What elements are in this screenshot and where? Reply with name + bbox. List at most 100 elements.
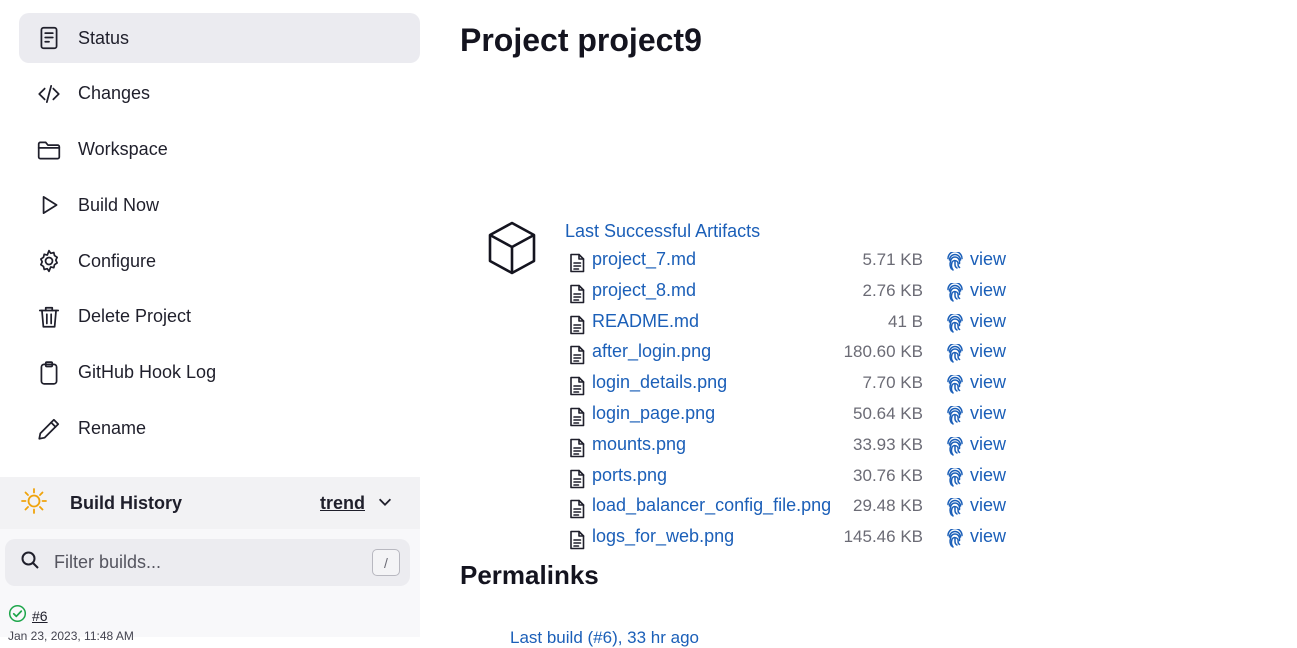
file-size: 180.60 KB [843,342,923,362]
file-name-link[interactable]: project_8.md [592,280,696,301]
view-link[interactable]: view [970,495,1006,516]
file-name-link[interactable]: mounts.png [592,434,686,455]
sidebar-item-build-now[interactable]: Build Now [19,180,420,230]
view-link[interactable]: view [970,526,1006,547]
fingerprint-icon[interactable] [946,466,964,488]
view-link[interactable]: view [970,341,1006,362]
main-panel: Project project9 Last Successful Artifac… [460,0,1297,647]
sidebar-item-label: Workspace [78,139,168,160]
folder-icon [35,136,63,164]
sidebar-item-workspace[interactable]: Workspace [19,125,420,175]
search-icon [20,550,40,575]
sidebar: Status Changes Workspace Build Now Confi… [0,0,420,643]
file-row: login_details.png 7.70 KB view [568,368,1018,399]
file-row: project_8.md 2.76 KB view [568,276,1018,307]
shortcut-key-hint: / [372,549,400,576]
sidebar-item-label: GitHub Hook Log [78,362,217,383]
build-number-link[interactable]: #6 [32,608,48,624]
file-icon [568,530,586,550]
fingerprint-icon[interactable] [946,404,964,426]
permalink-last-build[interactable]: Last build (#6), 33 hr ago [510,628,699,648]
trash-icon [35,303,63,331]
view-link[interactable]: view [970,311,1006,332]
success-check-icon [8,604,27,628]
document-icon [35,24,63,52]
task-list: Status Changes Workspace Build Now Confi… [19,13,420,459]
sidebar-item-changes[interactable]: Changes [19,69,420,119]
artifact-file-list: project_7.md 5.71 KB view project_8.md 2… [568,245,1018,553]
build-history-body: / #6 Jan 23, 2023, 11:48 AM [0,529,420,643]
build-history-title: Build History [70,492,183,513]
file-icon [568,376,586,396]
page-title: Project project9 [460,22,702,58]
sun-icon [20,487,48,520]
fingerprint-icon[interactable] [946,435,964,457]
fingerprint-icon[interactable] [946,527,964,549]
fingerprint-icon[interactable] [946,343,964,364]
permalinks-heading: Permalinks [460,560,599,590]
view-link[interactable]: view [970,434,1006,455]
file-name-link[interactable]: logs_for_web.png [592,526,734,547]
sidebar-item-label: Configure [78,250,157,271]
file-row: after_login.png 180.60 KB view [568,337,1018,368]
file-name-link[interactable]: login_page.png [592,403,715,424]
file-name-link[interactable]: after_login.png [592,341,711,362]
gear-icon [35,247,63,275]
view-link[interactable]: view [970,372,1006,393]
last-successful-artifacts-link[interactable]: Last Successful Artifacts [565,221,760,242]
chevron-down-icon[interactable] [376,493,396,513]
file-size: 30.76 KB [853,465,923,485]
view-link[interactable]: view [970,465,1006,486]
file-icon [568,469,586,489]
package-box-icon [485,220,539,276]
file-name-link[interactable]: login_details.png [592,372,727,393]
view-link[interactable]: view [970,249,1006,270]
sidebar-item-label: Rename [78,418,147,439]
fingerprint-icon[interactable] [946,250,964,272]
file-row: README.md 41 B view [568,307,1018,338]
code-icon [35,80,63,108]
fingerprint-icon[interactable] [946,373,964,395]
file-row: project_7.md 5.71 KB view [568,245,1018,276]
file-icon [568,284,586,304]
view-link[interactable]: view [970,403,1006,424]
file-name-link[interactable]: project_7.md [592,249,696,270]
sidebar-item-github-hook-log[interactable]: GitHub Hook Log [19,348,420,398]
file-size: 7.70 KB [862,373,924,393]
trend-link[interactable]: trend [320,493,365,514]
sidebar-item-configure[interactable]: Configure [19,236,420,286]
sidebar-item-label: Status [78,27,130,48]
sidebar-item-label: Changes [78,83,151,104]
build-date: Jan 23, 2023, 11:48 AM [8,629,134,643]
sidebar-item-label: Delete Project [78,306,192,327]
fingerprint-icon[interactable] [946,281,964,303]
file-size: 2.76 KB [862,280,924,300]
fingerprint-icon[interactable] [946,312,964,334]
clipboard-icon [35,359,63,387]
file-icon [568,253,586,273]
file-row: ports.png 30.76 KB view [568,461,1018,492]
file-row: mounts.png 33.93 KB view [568,430,1018,461]
file-size: 145.46 KB [843,527,923,547]
filter-builds-box: / [5,539,410,586]
build-row: #6 [8,604,48,628]
sidebar-item-rename[interactable]: Rename [19,404,420,454]
filter-builds-input[interactable] [52,551,352,574]
file-size: 33.93 KB [853,434,923,454]
file-size: 29.48 KB [853,496,923,516]
sidebar-item-label: Build Now [78,194,160,215]
play-icon [35,191,63,219]
file-icon [568,345,586,365]
file-icon [568,315,586,335]
file-name-link[interactable]: ports.png [592,465,667,486]
build-history-header: Build History trend [0,477,420,529]
view-link[interactable]: view [970,280,1006,301]
sidebar-item-status[interactable]: Status [19,13,420,63]
sidebar-item-delete-project[interactable]: Delete Project [19,292,420,342]
file-icon [568,407,586,427]
fingerprint-icon[interactable] [946,497,964,518]
file-icon [568,438,586,458]
file-name-link[interactable]: load_balancer_config_file.png [592,495,831,516]
file-name-link[interactable]: README.md [592,311,699,332]
file-row: logs_for_web.png 145.46 KB view [568,522,1018,553]
